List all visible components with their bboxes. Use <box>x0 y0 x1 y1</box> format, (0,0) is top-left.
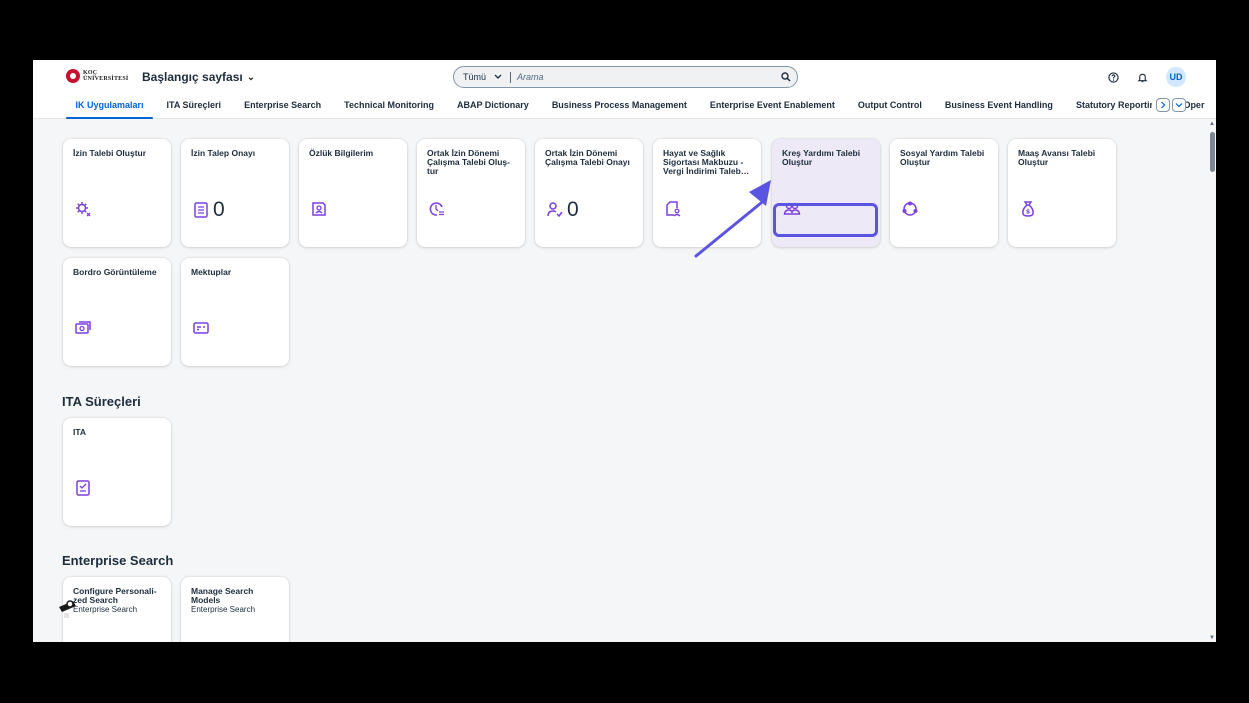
sticker-icon <box>59 600 76 618</box>
tile-hayat-saglik-sigortasi[interactable]: Hayat ve Sağlık Sigortası Makbuzu - Verg… <box>653 139 761 247</box>
tile-title: Mektuplar <box>191 267 232 277</box>
tile-title: Hayat ve Sağlık Sigortası Makbuzu - Verg… <box>663 148 750 176</box>
tab-navigation <box>1152 98 1186 112</box>
tile-subtitle: Enterprise Search <box>191 605 256 614</box>
home-title-menu[interactable]: Başlangıç sayfası ⌄ <box>142 70 255 84</box>
tile-title: Ortak İzin Dönemi Çalışma Talebi Oluş-tu… <box>427 148 510 176</box>
tile-bordro-goruntuleme[interactable]: Bordro Görüntüleme <box>63 258 171 366</box>
user-avatar[interactable]: UD <box>1166 67 1186 87</box>
tile-title: Maaş Avansı Talebi Oluştur <box>1018 148 1096 167</box>
tile-title: İzin Talebi Oluştur <box>73 148 147 158</box>
search-bar[interactable]: Tümü Arama <box>453 66 798 88</box>
money-bills-icon <box>75 321 91 334</box>
tab-scroll-right-button[interactable] <box>1156 98 1170 112</box>
chevron-down-icon <box>494 74 502 79</box>
tile-maas-avansi-talebi-olustur[interactable]: Maaş Avansı Talebi Oluştur $ <box>1008 139 1116 247</box>
tab-overflow-button[interactable] <box>1172 98 1186 112</box>
kpi-value: 0 <box>213 198 225 221</box>
scroll-down-icon[interactable]: ▼ <box>1209 635 1215 641</box>
tile-configure-personalized-search[interactable]: Configure Personali-zed Search Enterpris… <box>63 577 171 642</box>
tab-enterprise-event-enablement[interactable]: Enterprise Event Enablement <box>698 98 846 119</box>
tile-sosyal-yardim-talebi-olustur[interactable]: Sosyal Yardım Talebi Oluştur <box>890 139 998 247</box>
tile-title: Sosyal Yardım Talebi Oluştur <box>900 148 985 167</box>
header-actions: UD <box>1108 67 1186 87</box>
tile-area: İzin Talebi Oluştur İzin Talep Onayı 0 Ö… <box>33 120 1208 642</box>
group-title-enterprise-search: Enterprise Search <box>62 553 174 568</box>
shell-header: KOÇ ÜNİVERSİTESİ Başlangıç sayfası ⌄ Tüm… <box>33 60 1216 119</box>
chevron-down-icon: ⌄ <box>246 71 256 83</box>
chevron-down-icon <box>1175 103 1183 108</box>
university-logo[interactable]: KOÇ ÜNİVERSİTESİ <box>66 69 128 83</box>
search-scope-select[interactable]: Tümü <box>454 71 512 83</box>
user-approve-icon <box>547 202 563 218</box>
card-icon <box>193 322 209 334</box>
tab-abap-dictionary[interactable]: ABAP Dictionary <box>445 98 540 119</box>
tile-manage-search-models[interactable]: Manage Search Models Enterprise Search <box>181 577 289 642</box>
tile-izin-talep-onayi[interactable]: İzin Talep Onayı 0 <box>181 139 289 247</box>
tab-technical-monitoring[interactable]: Technical Monitoring <box>333 98 446 119</box>
logo-mark-icon <box>66 69 80 83</box>
launchpad-window: KOÇ ÜNİVERSİTESİ Başlangıç sayfası ⌄ Tüm… <box>33 60 1216 642</box>
tile-ita[interactable]: ITA <box>63 418 171 526</box>
scrollbar[interactable]: ▲ ▼ <box>1208 120 1216 642</box>
tile-title: Manage Search Models <box>191 586 254 605</box>
tile-ortak-izin-calisma-talebi-olustur[interactable]: Ortak İzin Dönemi Çalışma Talebi Oluş-tu… <box>417 139 525 247</box>
search-scope-label: Tümü <box>463 72 487 82</box>
people-cycle-icon <box>902 201 918 216</box>
help-icon[interactable] <box>1108 71 1119 83</box>
search-input[interactable]: Arama <box>511 72 775 82</box>
search-icon[interactable] <box>775 72 797 82</box>
tile-ozluk-bilgilerim[interactable]: Özlük Bilgilerim <box>299 139 407 247</box>
tile-subtitle: Enterprise Search <box>73 605 138 614</box>
tab-output-control[interactable]: Output Control <box>846 98 933 119</box>
clock-list-icon <box>429 202 444 216</box>
kpi-value: 0 <box>567 198 579 221</box>
settings-person-icon <box>76 202 91 217</box>
tile-title: Özlük Bilgilerim <box>309 148 374 158</box>
scroll-up-icon[interactable]: ▲ <box>1209 121 1215 127</box>
clipboard-check-icon <box>76 480 90 496</box>
tile-title: İzin Talep Onayı <box>191 148 256 158</box>
tab-enterprise-search[interactable]: Enterprise Search <box>233 98 333 119</box>
tab-ita-surecleri[interactable]: ITA Süreçleri <box>155 98 233 119</box>
document-person-icon <box>666 201 681 217</box>
tile-title: Ortak İzin Dönemi Çalışma Talebi Onayı <box>545 148 630 167</box>
highlight-box <box>773 203 878 237</box>
tile-title: Bordro Görüntüleme <box>73 267 157 277</box>
notification-bell-icon[interactable] <box>1137 72 1148 83</box>
tab-business-event-handling[interactable]: Business Event Handling <box>933 98 1064 119</box>
clipboard-check-icon <box>194 202 208 218</box>
tile-title: Kreş Yardımı Talebi Oluştur <box>782 148 861 167</box>
tile-title: ITA <box>73 427 87 437</box>
tile-izin-talebi-olustur[interactable]: İzin Talebi Oluştur <box>63 139 171 247</box>
scrollbar-thumb[interactable] <box>1210 132 1215 172</box>
tile-mektuplar[interactable]: Mektuplar <box>181 258 289 366</box>
money-bag-icon: $ <box>1022 201 1034 217</box>
tab-business-process-management[interactable]: Business Process Management <box>540 98 698 119</box>
logo-text-2: ÜNİVERSİTESİ <box>83 76 129 82</box>
id-card-icon <box>312 202 326 216</box>
chevron-right-icon <box>1161 101 1166 109</box>
svg-text:$: $ <box>1026 209 1030 216</box>
group-title-ita: ITA Süreçleri <box>62 394 141 409</box>
tile-ortak-izin-calisma-talebi-onayi[interactable]: Ortak İzin Dönemi Çalışma Talebi Onayı 0 <box>535 139 643 247</box>
home-title: Başlangıç sayfası <box>142 70 243 84</box>
group-tabs: IK Uygulamaları ITA Süreçleri Enterprise… <box>64 98 1216 119</box>
tab-ik-uygulamalari[interactable]: IK Uygulamaları <box>64 98 155 119</box>
tile-title: Configure Personali-zed Search <box>73 586 157 605</box>
